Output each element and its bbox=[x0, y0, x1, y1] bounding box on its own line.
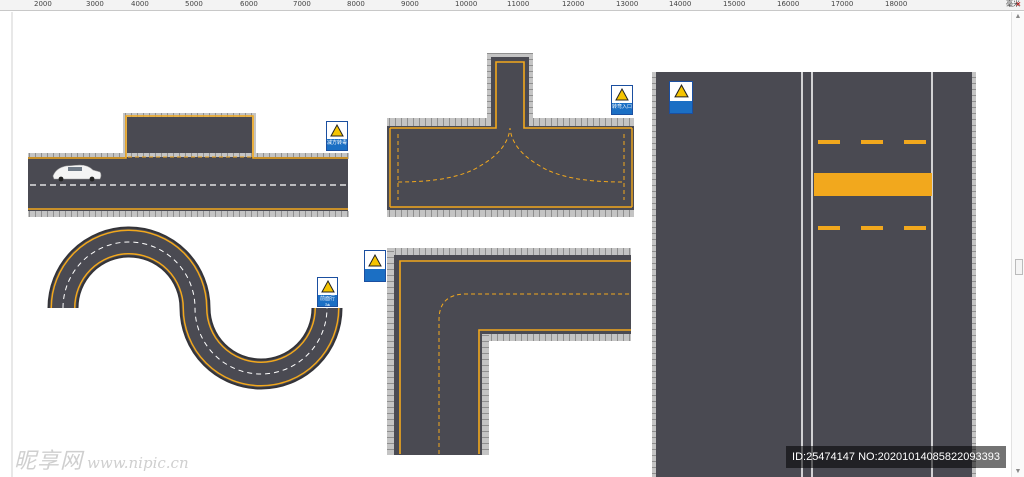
vertical-road bbox=[652, 72, 976, 477]
s-curve-road bbox=[47, 226, 343, 390]
image-id-banner: ID:25474147 NO:20201014085822093393 bbox=[786, 446, 1006, 468]
vertical-scrollbar[interactable]: ▲ ▼ bbox=[1011, 12, 1024, 477]
scrollbar-thumb[interactable] bbox=[1015, 259, 1023, 275]
watermark: 昵享网 www.nipic.cn bbox=[14, 443, 189, 475]
traffic-sign-vertical bbox=[669, 81, 693, 114]
watermark-url: www.nipic.cn bbox=[87, 454, 189, 472]
sign-label: 转弯入口 bbox=[612, 102, 632, 114]
scroll-up-icon[interactable]: ▲ bbox=[1014, 13, 1022, 20]
warning-triangle-icon bbox=[615, 87, 629, 101]
warning-triangle-icon bbox=[330, 123, 344, 137]
sign-label bbox=[670, 100, 692, 113]
t-intersection-road bbox=[387, 53, 634, 217]
traffic-sign-top-left: 减方转毒 bbox=[326, 121, 348, 151]
close-icon[interactable]: × bbox=[1016, 0, 1021, 9]
straight-road-with-layby bbox=[28, 113, 349, 217]
traffic-sign-corner bbox=[364, 250, 386, 282]
warning-triangle-icon bbox=[673, 84, 689, 98]
scroll-down-icon[interactable]: ▼ bbox=[1014, 468, 1022, 475]
traffic-sign-tee: 转弯入口 bbox=[611, 85, 633, 115]
warning-triangle-icon bbox=[368, 253, 382, 266]
sign-label: 前面行驶 bbox=[318, 294, 337, 306]
l-corner-road bbox=[387, 248, 631, 455]
sign-label: 减方转毒 bbox=[327, 138, 347, 150]
watermark-logo: 昵享网 bbox=[14, 449, 84, 474]
warning-triangle-icon bbox=[320, 279, 335, 293]
sign-label bbox=[365, 269, 385, 281]
traffic-sign-curve: 前面行驶 bbox=[317, 277, 338, 307]
road-elements-canvas bbox=[11, 12, 976, 477]
